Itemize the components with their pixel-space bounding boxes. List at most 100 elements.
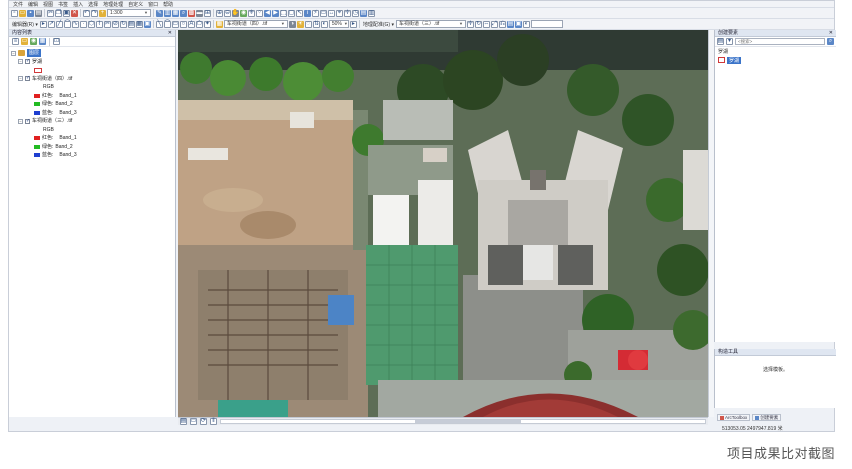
organize-templates-icon[interactable]: ▤ xyxy=(717,38,724,45)
draw-shape-icon[interactable]: ▭ xyxy=(171,20,179,28)
select-features-icon[interactable]: ⬚ xyxy=(280,9,287,17)
layout-view-icon[interactable]: ▭ xyxy=(190,418,197,425)
search-window-icon[interactable]: ⌕ xyxy=(180,9,187,17)
auto-adjust-icon[interactable]: ⎌ xyxy=(498,20,506,28)
paste-icon[interactable]: ▣ xyxy=(63,9,70,17)
view-link-table-icon[interactable]: ▤ xyxy=(506,20,514,28)
menu-item[interactable]: 地理处理 xyxy=(101,1,125,8)
edit-vertices-icon[interactable]: ⬡ xyxy=(87,20,95,28)
tree-root[interactable]: − 图层 xyxy=(11,49,173,58)
brightness-icon[interactable]: ☀ xyxy=(296,20,304,28)
tab-arctoolbox[interactable]: ArcToolbox xyxy=(717,414,751,421)
create-features-icon[interactable]: ▣ xyxy=(143,20,151,28)
shift-raster-icon[interactable]: ⇔ xyxy=(482,20,490,28)
model-builder-icon[interactable]: ⊞ xyxy=(204,9,211,17)
trace-icon[interactable]: ∿ xyxy=(71,20,79,28)
blue-band-swatch[interactable] xyxy=(34,110,40,115)
map-horizontal-scrollbar[interactable] xyxy=(220,419,706,424)
refresh-icon[interactable]: ⟳ xyxy=(200,418,207,425)
zoom-percent-combo[interactable]: 50% ▼ xyxy=(328,20,349,28)
hyperlink-icon[interactable]: ⚡ xyxy=(312,9,319,17)
list-by-visibility-icon[interactable]: ◉ xyxy=(30,38,37,45)
template-item[interactable]: 罗湖 xyxy=(718,56,833,64)
red-band-swatch[interactable] xyxy=(34,136,40,141)
layer-row-luohu[interactable]: − ✓ 罗湖 xyxy=(11,58,173,67)
sketch-properties-icon[interactable]: ▦ xyxy=(135,20,143,28)
full-extent-icon[interactable]: ◉ xyxy=(240,9,247,17)
editor-menu-label[interactable]: 编辑器(R) ▾ xyxy=(11,21,39,28)
layer-label[interactable]: 罗湖 xyxy=(32,58,42,66)
attributes-icon[interactable]: ▤ xyxy=(127,20,135,28)
arctoolbox-icon[interactable]: ▩ xyxy=(188,9,195,17)
editor-toolbar-icon[interactable]: ✎ xyxy=(156,9,163,17)
visibility-checkbox[interactable]: ✓ xyxy=(25,59,30,65)
panel-pin-icon[interactable]: ✕ xyxy=(829,30,833,36)
cut-icon[interactable]: ✂ xyxy=(47,9,54,17)
search-icon[interactable]: ⌕ xyxy=(827,38,834,45)
straight-segment-icon[interactable]: ╱ xyxy=(55,20,63,28)
delete-icon[interactable]: ✕ xyxy=(71,9,78,17)
template-search-input[interactable]: <搜索> xyxy=(735,38,825,45)
draw-line-icon[interactable]: ╲ xyxy=(155,20,163,28)
find-icon[interactable]: ⌖ xyxy=(336,9,343,17)
draw-curve-icon[interactable]: ⌒ xyxy=(163,20,171,28)
copy-icon[interactable]: ❐ xyxy=(55,9,62,17)
menu-item[interactable]: 文件 xyxy=(11,1,25,8)
html-popup-icon[interactable]: ▭ xyxy=(320,9,327,17)
reshape-icon[interactable]: ⌇ xyxy=(95,20,103,28)
edit-tool-icon[interactable]: ▸ xyxy=(39,20,47,28)
fixed-zoom-in-icon[interactable]: ⁜ xyxy=(248,9,255,17)
go-to-xy-icon[interactable]: ✛ xyxy=(344,9,351,17)
fixed-zoom-out-icon[interactable]: ⁘ xyxy=(256,9,263,17)
map-view[interactable] xyxy=(178,30,708,417)
new-icon[interactable]: ▫ xyxy=(11,9,18,17)
window-icon[interactable]: ▥ xyxy=(368,9,375,17)
swipe-icon[interactable]: ⇅ xyxy=(312,20,320,28)
root-label[interactable]: 图层 xyxy=(27,49,42,58)
menu-item[interactable]: 视图 xyxy=(41,1,55,8)
green-band-swatch[interactable] xyxy=(34,144,40,149)
georef-layer-combo[interactable]: 车祠街道（三）.tif ▼ xyxy=(395,20,466,28)
list-by-source-icon[interactable]: ▭ xyxy=(21,38,28,45)
menu-item[interactable]: 书签 xyxy=(56,1,70,8)
layer-label[interactable]: 车祠街道（四）.tif xyxy=(32,75,72,83)
draw-marker-icon[interactable]: ✦ xyxy=(203,20,211,28)
blank-combo[interactable] xyxy=(530,20,563,28)
blue-band-swatch[interactable] xyxy=(34,153,40,158)
redo-icon[interactable]: ↷ xyxy=(91,9,98,17)
create-viewer-icon[interactable]: ▤ xyxy=(360,9,367,17)
print-icon[interactable]: ▤ xyxy=(35,9,42,17)
time-slider-icon[interactable]: ◷ xyxy=(352,9,359,17)
forward-extent-icon[interactable]: ▶ xyxy=(272,9,279,17)
collapse-icon[interactable]: − xyxy=(18,118,23,124)
zoom-in-icon[interactable]: ⊕ xyxy=(216,9,223,17)
back-extent-icon[interactable]: ◀ xyxy=(264,9,271,17)
rubber-sheet-icon[interactable]: ◐ xyxy=(522,20,530,28)
menu-item[interactable]: 帮助 xyxy=(161,1,175,8)
add-control-points-icon[interactable]: ✛ xyxy=(466,20,474,28)
list-by-drawing-order-icon[interactable]: ≡ xyxy=(12,38,19,45)
effects-extra-icon[interactable]: ▸ xyxy=(349,20,357,28)
transparency-icon[interactable]: ◌ xyxy=(304,20,312,28)
scrollbar-thumb[interactable] xyxy=(414,420,522,423)
layer-row-raster-3[interactable]: − ✓ 车祠街道（三）.tif xyxy=(11,117,173,126)
open-icon[interactable]: ▭ xyxy=(19,9,26,17)
toc-close-icon[interactable]: ✕ xyxy=(168,30,172,36)
menu-item[interactable]: 选择 xyxy=(86,1,100,8)
effects-layer-combo[interactable]: 车祠街道（四）.tif ▼ xyxy=(223,20,288,28)
tab-create-features[interactable]: 创建要素 xyxy=(752,414,782,421)
edit-annotation-icon[interactable]: ↗ xyxy=(47,20,55,28)
save-icon[interactable]: ▪ xyxy=(27,9,34,17)
menu-item[interactable]: 自定义 xyxy=(126,1,145,8)
identify-icon[interactable]: i xyxy=(304,9,311,17)
zoom-out-icon[interactable]: ⊖ xyxy=(224,9,231,17)
list-by-selection-icon[interactable]: ▦ xyxy=(39,38,46,45)
rotate-icon[interactable]: ↻ xyxy=(119,20,127,28)
measure-icon[interactable]: ↔ xyxy=(328,9,335,17)
red-band-swatch[interactable] xyxy=(34,93,40,98)
collapse-icon[interactable]: − xyxy=(18,59,23,65)
draw-circle-icon[interactable]: ○ xyxy=(179,20,187,28)
collapse-icon[interactable]: − xyxy=(18,76,23,82)
undo-icon[interactable]: ↶ xyxy=(83,9,90,17)
add-data-icon[interactable]: + xyxy=(99,9,106,17)
